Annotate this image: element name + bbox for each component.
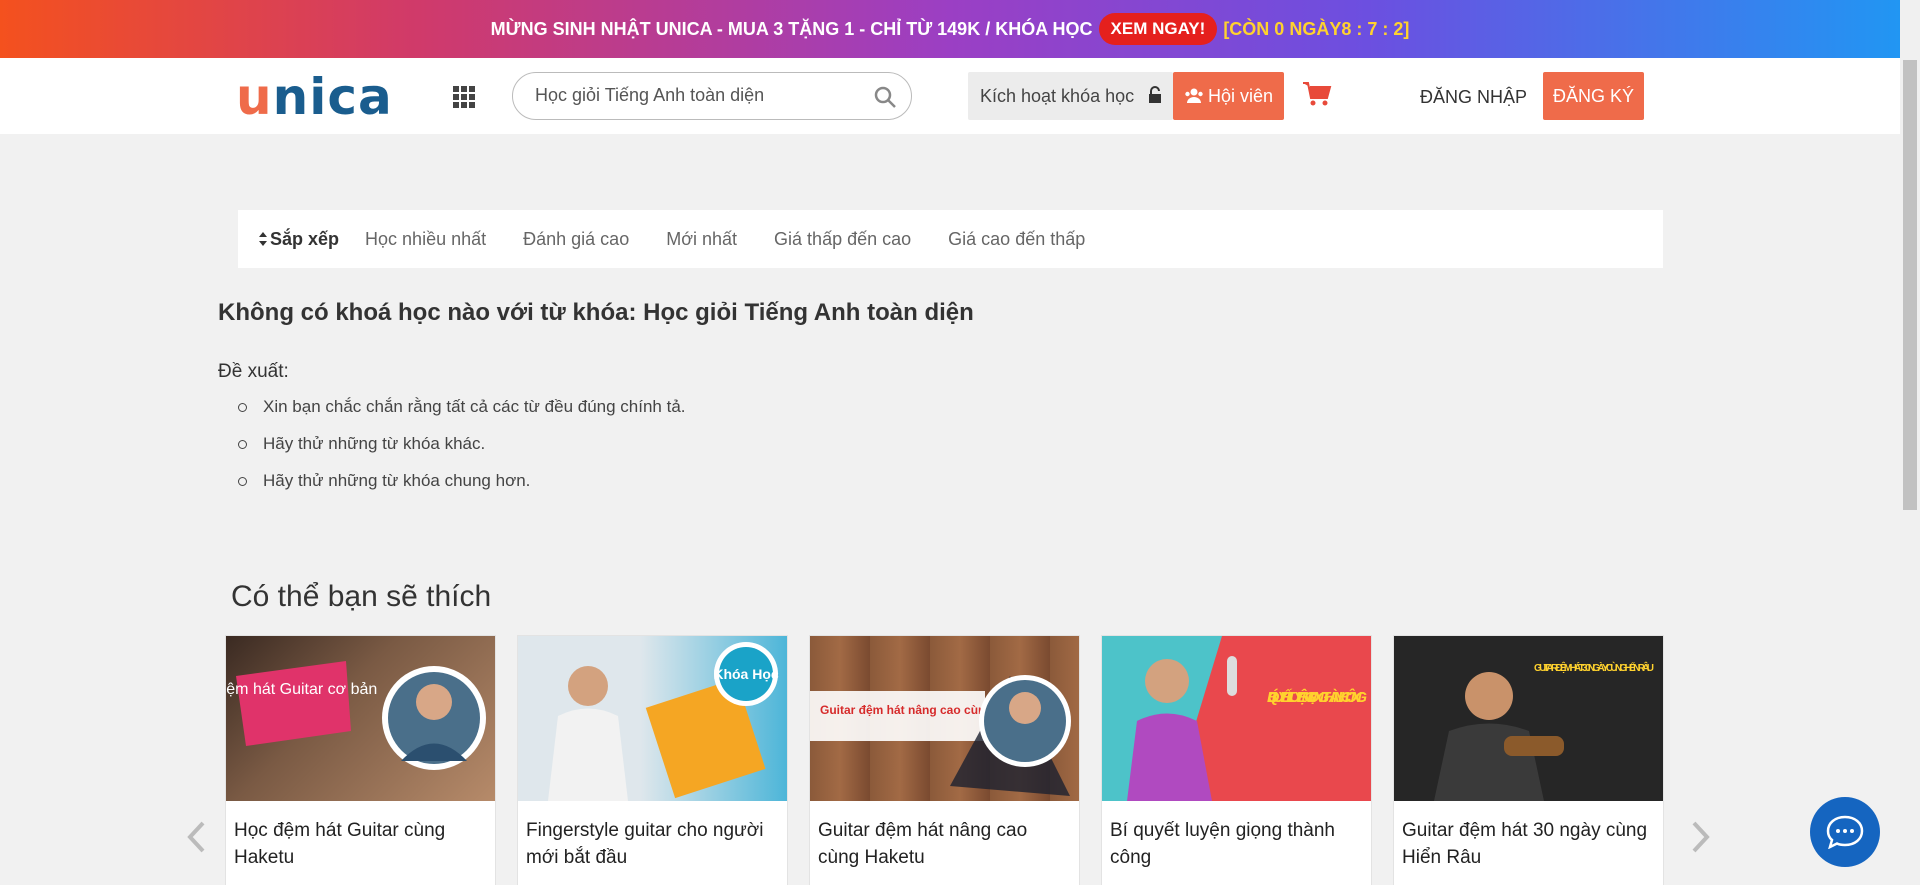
category-grid-icon[interactable] [453, 86, 477, 108]
sort-icon [259, 232, 267, 246]
site-header: unica Kích hoạt khóa học Hội viên ĐĂNG N… [0, 58, 1900, 134]
course-thumbnail[interactable]: Guitar đệm hát nâng cao cùng Haketu [810, 636, 1079, 801]
sort-title-label: Sắp xếp [270, 228, 340, 249]
course-card[interactable]: Khóa Học Fingerstyle guitar cho người mớ… [517, 635, 788, 885]
carousel-next-icon[interactable] [1690, 820, 1712, 854]
list-item: Hãy thử những từ khóa chung hơn. [238, 471, 686, 508]
promo-text: MỪNG SINH NHẬT UNICA - MUA 3 TẶNG 1 - CH… [490, 18, 1093, 39]
course-thumbnail[interactable]: GUITAR ĐỆM HÁT 30 NGÀY CÙNG HIỂN RÂU [1394, 636, 1663, 801]
search-box [512, 72, 912, 120]
login-link[interactable]: ĐĂNG NHẬP [1420, 87, 1527, 108]
lock-icon [1149, 86, 1161, 103]
page-scrollbar[interactable] [1900, 0, 1920, 885]
sort-bar: Sắp xếp Học nhiều nhất Đánh giá cao Mới … [238, 210, 1663, 268]
promo-banner: MỪNG SINH NHẬT UNICA - MUA 3 TẶNG 1 - CH… [0, 0, 1900, 58]
course-carousel: Đệm hát Guitar cơ bản Học đệm hát Guitar… [225, 635, 1664, 885]
carousel-prev-icon[interactable] [185, 820, 207, 854]
suggestion-text: Hãy thử những từ khóa khác. [263, 434, 486, 453]
recommend-title: Có thể bạn sẽ thích [231, 580, 492, 613]
sort-newest[interactable]: Mới nhất [666, 229, 737, 250]
course-card[interactable]: BÍ QUYẾT LUYỆN GIỌNG THÀNH CÔNG Bí quyết… [1101, 635, 1372, 885]
list-item: Hãy thử những từ khóa khác. [238, 434, 686, 471]
suggestion-text: Xin bạn chắc chắn rằng tất cả các từ đều… [263, 397, 686, 416]
promo-view-button[interactable]: XEM NGAY! [1098, 13, 1218, 45]
chat-icon [1826, 815, 1864, 849]
course-thumbnail[interactable]: Khóa Học [518, 636, 787, 801]
scrollbar-thumb[interactable] [1903, 60, 1917, 510]
member-label: Hội viên [1207, 85, 1274, 106]
thumbnail-text: BÍ QUYẾT LUYỆN GIỌNG THÀNH CÔNG [1267, 688, 1367, 706]
thumbnail-text: GUITAR ĐỆM HÁT 30 NGÀY CÙNG HIỂN RÂU [1534, 661, 1654, 674]
suggestion-text: Hãy thử những từ khóa chung hơn. [263, 471, 531, 490]
course-title[interactable]: Bí quyết luyện giọng thành công [1102, 801, 1371, 871]
sort-title: Sắp xếp [258, 229, 339, 250]
thumbnail-text: Khóa Học [713, 666, 779, 682]
course-title[interactable]: Fingerstyle guitar cho người mới bắt đầu [518, 801, 787, 871]
chat-button[interactable] [1810, 797, 1880, 867]
thumbnail-text: Đệm hát Guitar cơ bản [226, 681, 377, 698]
activate-course-label: Kích hoạt khóa học [980, 86, 1135, 106]
member-button[interactable]: Hội viên [1173, 72, 1284, 120]
course-title[interactable]: Guitar đệm hát nâng cao cùng Haketu [810, 801, 1079, 871]
course-title[interactable]: Học đệm hát Guitar cùng Haketu [226, 801, 495, 871]
register-button[interactable]: ĐĂNG KÝ [1543, 72, 1644, 120]
sort-price-desc[interactable]: Giá cao đến thấp [948, 229, 1085, 250]
course-card[interactable]: Guitar đệm hát nâng cao cùng Haketu Guit… [809, 635, 1080, 885]
cart-icon[interactable] [1302, 80, 1332, 108]
suggestion-list: Xin bạn chắc chắn rằng tất cả các từ đều… [238, 397, 686, 508]
sort-most-learned[interactable]: Học nhiều nhất [365, 229, 486, 250]
sort-price-asc[interactable]: Giá thấp đến cao [774, 229, 911, 250]
course-title[interactable]: Guitar đệm hát 30 ngày cùng Hiển Râu [1394, 801, 1663, 871]
activate-course-field[interactable]: Kích hoạt khóa học [968, 72, 1173, 120]
course-card[interactable]: GUITAR ĐỆM HÁT 30 NGÀY CÙNG HIỂN RÂU Gui… [1393, 635, 1664, 885]
course-thumbnail[interactable]: Đệm hát Guitar cơ bản [226, 636, 495, 801]
suggest-label: Đề xuất: [218, 361, 289, 382]
course-card[interactable]: Đệm hát Guitar cơ bản Học đệm hát Guitar… [225, 635, 496, 885]
search-input[interactable] [535, 85, 865, 106]
search-icon[interactable] [873, 85, 897, 109]
unica-logo[interactable]: unica [236, 68, 393, 126]
promo-countdown: [CÒN 0 NGÀY8 : 7 : 2] [1223, 18, 1410, 39]
no-result-heading: Không có khoá học nào với từ khóa: Học g… [218, 299, 974, 326]
users-icon [1185, 88, 1203, 103]
list-item: Xin bạn chắc chắn rằng tất cả các từ đều… [238, 397, 686, 434]
course-thumbnail[interactable]: BÍ QUYẾT LUYỆN GIỌNG THÀNH CÔNG [1102, 636, 1371, 801]
sort-top-rated[interactable]: Đánh giá cao [523, 229, 629, 250]
